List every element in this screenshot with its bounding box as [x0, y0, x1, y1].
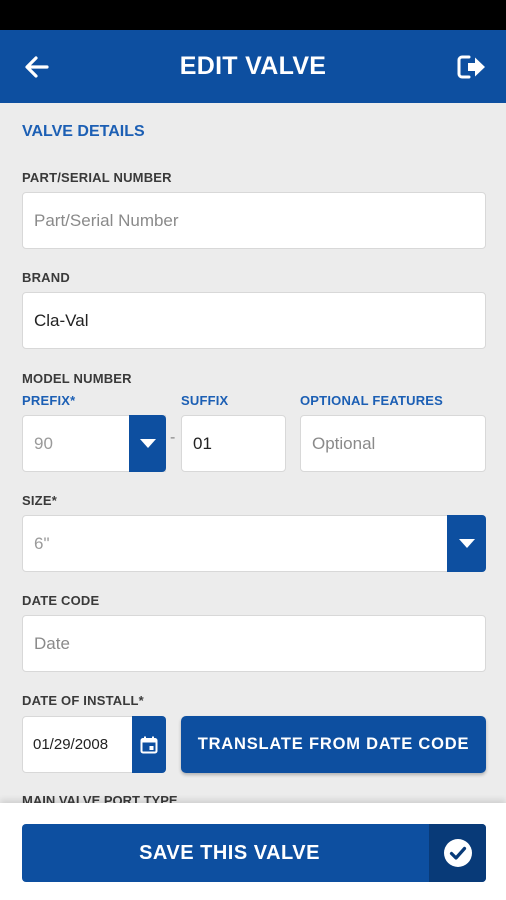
optional-features-input[interactable]: Optional: [300, 415, 486, 472]
size-dropdown-button[interactable]: [447, 515, 486, 572]
save-check-area: [429, 824, 486, 882]
check-circle-icon: [443, 839, 472, 867]
brand-label: BRAND: [22, 270, 70, 285]
status-bar: [0, 0, 506, 30]
calendar-button[interactable]: [132, 716, 166, 773]
suffix-label: SUFFIX: [181, 393, 229, 408]
page-title: EDIT VALVE: [179, 52, 327, 80]
chevron-down-icon: [458, 539, 475, 548]
logout-button[interactable]: [456, 52, 488, 82]
section-title: VALVE DETAILS: [22, 123, 145, 140]
model-separator: -: [170, 429, 176, 446]
part-serial-input[interactable]: Part/Serial Number: [22, 192, 486, 249]
logout-icon: [457, 55, 485, 79]
optional-features-label: OPTIONAL FEATURES: [300, 393, 444, 408]
calendar-icon: [140, 736, 158, 753]
back-button[interactable]: [22, 52, 52, 82]
size-select[interactable]: 6": [22, 515, 486, 572]
brand-input[interactable]: Cla-Val: [22, 292, 486, 349]
app-header: EDIT VALVE: [0, 30, 506, 103]
save-valve-label: SAVE THIS VALVE: [139, 841, 320, 864]
prefix-label: PREFIX*: [22, 393, 76, 408]
translate-date-code-button[interactable]: TRANSLATE FROM DATE CODE: [181, 716, 486, 773]
size-label: SIZE*: [22, 493, 57, 508]
date-code-label: DATE CODE: [22, 593, 100, 608]
main-valve-port-type-label: MAIN VALVE PORT TYPE: [22, 793, 178, 803]
save-valve-button[interactable]: SAVE THIS VALVE: [22, 824, 486, 882]
form-content[interactable]: VALVE DETAILS PART/SERIAL NUMBER Part/Se…: [0, 103, 506, 803]
bottom-action-bar: SAVE THIS VALVE: [0, 803, 506, 900]
date-of-install-label: DATE OF INSTALL*: [22, 693, 144, 708]
suffix-input[interactable]: 01: [181, 415, 286, 472]
prefix-dropdown-button[interactable]: [129, 415, 166, 472]
part-serial-label: PART/SERIAL NUMBER: [22, 170, 172, 185]
chevron-down-icon: [139, 439, 156, 448]
model-number-label: MODEL NUMBER: [22, 371, 132, 386]
date-code-input[interactable]: Date: [22, 615, 486, 672]
arrow-left-icon: [25, 56, 49, 78]
